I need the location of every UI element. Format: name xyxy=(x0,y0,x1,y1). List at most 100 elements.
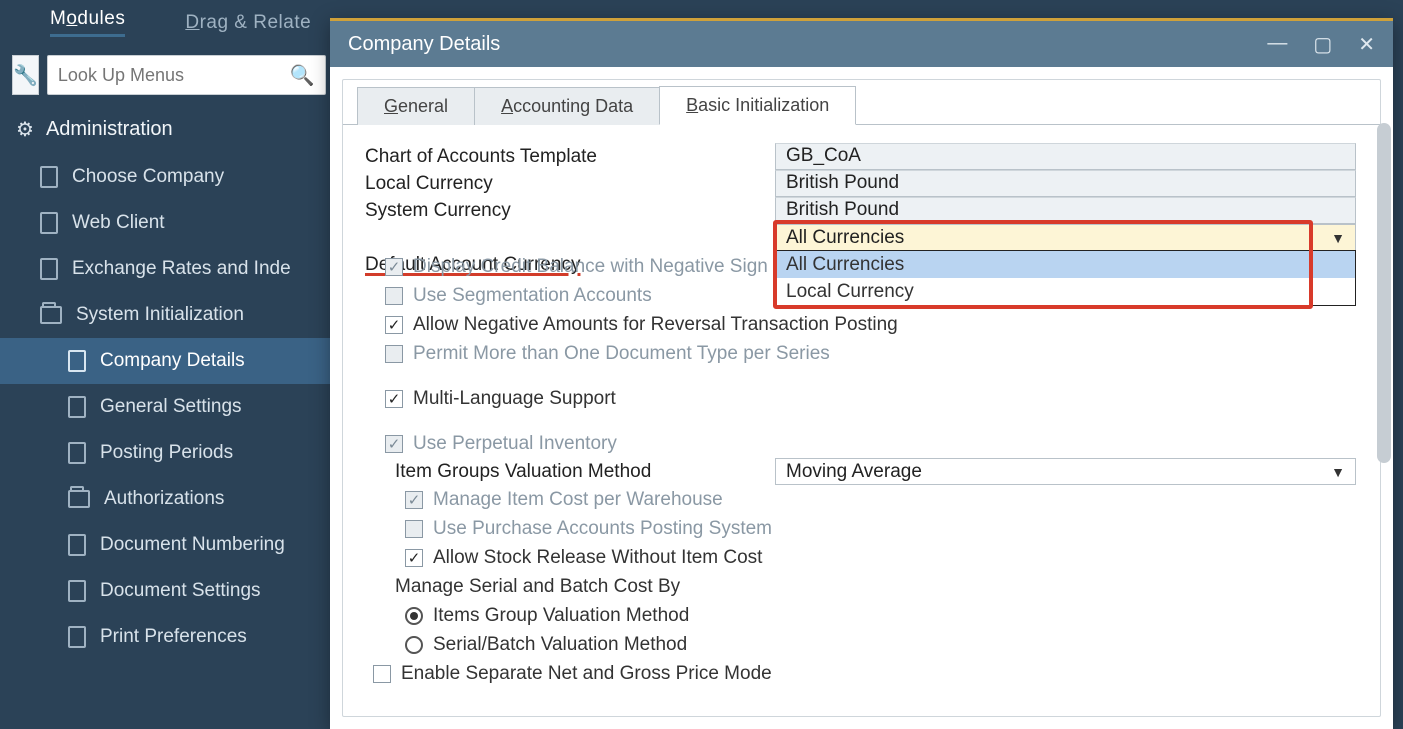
sidebar-section-label: Administration xyxy=(46,118,173,141)
sidebar-item-company-details[interactable]: Company Details xyxy=(0,338,330,384)
sidebar-item-label: System Initialization xyxy=(76,304,244,326)
wrench-icon: 🔧 xyxy=(13,63,38,88)
sidebar-item-general-settings[interactable]: General Settings xyxy=(0,384,330,430)
chk-stock-release[interactable] xyxy=(405,549,423,567)
label-use-segmentation: Use Segmentation Accounts xyxy=(413,285,652,307)
label-allow-negative: Allow Negative Amounts for Reversal Tran… xyxy=(413,314,898,336)
doc-icon xyxy=(40,166,58,188)
row-chk-separate-net-gross[interactable]: Enable Separate Net and Gross Price Mode xyxy=(365,659,1356,688)
row-chk-multi-language[interactable]: Multi-Language Support xyxy=(365,384,1356,413)
inner-panel: General Accounting Data Basic Initializa… xyxy=(342,79,1381,717)
row-lbl-manage-serial: Manage Serial and Batch Cost By xyxy=(365,572,1356,601)
radio-items-group[interactable] xyxy=(405,607,423,625)
child-scrollbar[interactable] xyxy=(1377,123,1391,463)
chk-permit-more xyxy=(385,345,403,363)
chk-multi-language[interactable] xyxy=(385,390,403,408)
row-chk-allow-negative[interactable]: Allow Negative Amounts for Reversal Tran… xyxy=(365,310,1356,339)
label-system-currency: System Currency xyxy=(365,200,775,222)
chevron-down-icon: ▼ xyxy=(1331,230,1345,246)
sidebar-item-label: Company Details xyxy=(100,350,245,372)
titlebar: Company Details — ▢ ✕ xyxy=(330,21,1393,67)
doc-icon xyxy=(68,626,86,648)
label-coa-template: Chart of Accounts Template xyxy=(365,146,775,168)
tabs-row: General Accounting Data Basic Initializa… xyxy=(343,80,1380,124)
doc-icon xyxy=(68,350,86,372)
label-radio-items-group: Items Group Valuation Method xyxy=(433,605,689,627)
search-row: 🔧 🔍 xyxy=(0,45,330,105)
label-multi-language: Multi-Language Support xyxy=(413,388,616,410)
sidebar-item-label: Choose Company xyxy=(72,166,224,188)
topbar-drag-underline: D xyxy=(185,12,199,33)
sidebar-item-label: General Settings xyxy=(100,396,242,418)
maximize-button[interactable]: ▢ xyxy=(1313,32,1332,57)
chk-manage-cost xyxy=(405,491,423,509)
row-radio-serial-batch[interactable]: Serial/Batch Valuation Method xyxy=(365,630,1356,659)
topbar-modules-underline: o xyxy=(66,8,77,29)
menu-search[interactable]: 🔍 xyxy=(47,55,326,95)
row-local-currency: Local Currency British Pound xyxy=(365,170,1356,197)
chk-perpetual xyxy=(385,435,403,453)
row-system-currency: System Currency British Pound xyxy=(365,197,1356,224)
sidebar-item-choose-company[interactable]: Choose Company xyxy=(0,154,330,200)
chk-allow-negative[interactable] xyxy=(385,316,403,334)
sidebar-item-label: Posting Periods xyxy=(100,442,233,464)
search-input[interactable] xyxy=(58,65,290,86)
tab-accounting-data[interactable]: Accounting Data xyxy=(474,87,660,125)
tab-basic-initialization[interactable]: Basic Initialization xyxy=(659,86,856,125)
dropdown-list: All Currencies Local Currency xyxy=(775,250,1356,306)
sidebar-item-label: Print Preferences xyxy=(100,626,247,648)
label-stock-release: Allow Stock Release Without Item Cost xyxy=(433,547,762,569)
sidebar-item-print-preferences[interactable]: Print Preferences xyxy=(0,614,330,660)
field-system-currency: British Pound xyxy=(775,197,1356,224)
topbar-drag-relate[interactable]: Drag & Relate xyxy=(185,12,311,34)
wrench-button[interactable]: 🔧 xyxy=(12,55,39,95)
row-chk-purchase-accounts: Use Purchase Accounts Posting System xyxy=(365,514,1356,543)
close-button[interactable]: ✕ xyxy=(1358,32,1375,57)
sidebar-item-label: Document Settings xyxy=(100,580,261,602)
dropdown-option-all-currencies[interactable]: All Currencies xyxy=(776,251,1355,278)
chk-purchase-accounts xyxy=(405,520,423,538)
row-chk-stock-release[interactable]: Allow Stock Release Without Item Cost xyxy=(365,543,1356,572)
combo-valuation-value: Moving Average xyxy=(786,461,922,483)
doc-icon xyxy=(68,534,86,556)
combo-item-groups-valuation[interactable]: Moving Average ▼ xyxy=(775,458,1356,485)
doc-icon xyxy=(68,396,86,418)
sidebar-item-system-initialization[interactable]: System Initialization xyxy=(0,292,330,338)
sidebar-item-label: Document Numbering xyxy=(100,534,285,556)
sidebar-item-document-settings[interactable]: Document Settings xyxy=(0,568,330,614)
sidebar-item-posting-periods[interactable]: Posting Periods xyxy=(0,430,330,476)
dropdown-option-local-currency[interactable]: Local Currency xyxy=(776,278,1355,305)
label-permit-more: Permit More than One Document Type per S… xyxy=(413,343,830,365)
radio-serial-batch[interactable] xyxy=(405,636,423,654)
sidebar-item-authorizations[interactable]: Authorizations xyxy=(0,476,330,522)
sidebar-item-label: Authorizations xyxy=(104,488,224,510)
label-radio-serial-batch: Serial/Batch Valuation Method xyxy=(433,634,687,656)
combo-default-account-currency[interactable]: All Currencies ▼ xyxy=(775,224,1356,251)
row-radio-items-group[interactable]: Items Group Valuation Method xyxy=(365,601,1356,630)
sidebar-item-web-client[interactable]: Web Client xyxy=(0,200,330,246)
label-purchase-accounts: Use Purchase Accounts Posting System xyxy=(433,518,772,540)
sidebar-item-label: Web Client xyxy=(72,212,165,234)
label-item-groups-valuation: Item Groups Valuation Method xyxy=(395,461,775,483)
sidebar-item-exchange-rates-and-inde[interactable]: Exchange Rates and Inde xyxy=(0,246,330,292)
chk-separate-net-gross[interactable] xyxy=(373,665,391,683)
row-chk-perpetual: Use Perpetual Inventory xyxy=(365,429,1356,458)
minimize-button[interactable]: — xyxy=(1267,32,1287,57)
tab-general[interactable]: General xyxy=(357,87,475,125)
field-local-currency: British Pound xyxy=(775,170,1356,197)
label-display-credit: Display Credit Balance with Negative Sig… xyxy=(413,256,768,278)
chk-use-segmentation xyxy=(385,287,403,305)
label-manage-serial: Manage Serial and Batch Cost By xyxy=(395,576,680,598)
topbar-modules[interactable]: Modules xyxy=(50,8,125,37)
doc-icon xyxy=(40,212,58,234)
row-chk-manage-cost: Manage Item Cost per Warehouse xyxy=(365,485,1356,514)
doc-icon xyxy=(68,580,86,602)
window-body: General Accounting Data Basic Initializa… xyxy=(330,67,1393,729)
sidebar-section-administration[interactable]: ⚙ Administration xyxy=(0,105,330,154)
doc-icon xyxy=(68,442,86,464)
sidebar-item-document-numbering[interactable]: Document Numbering xyxy=(0,522,330,568)
search-icon: 🔍 xyxy=(290,63,315,88)
label-local-currency: Local Currency xyxy=(365,173,775,195)
title-controls: — ▢ ✕ xyxy=(1267,32,1375,57)
sidebar-item-label: Exchange Rates and Inde xyxy=(72,258,291,280)
